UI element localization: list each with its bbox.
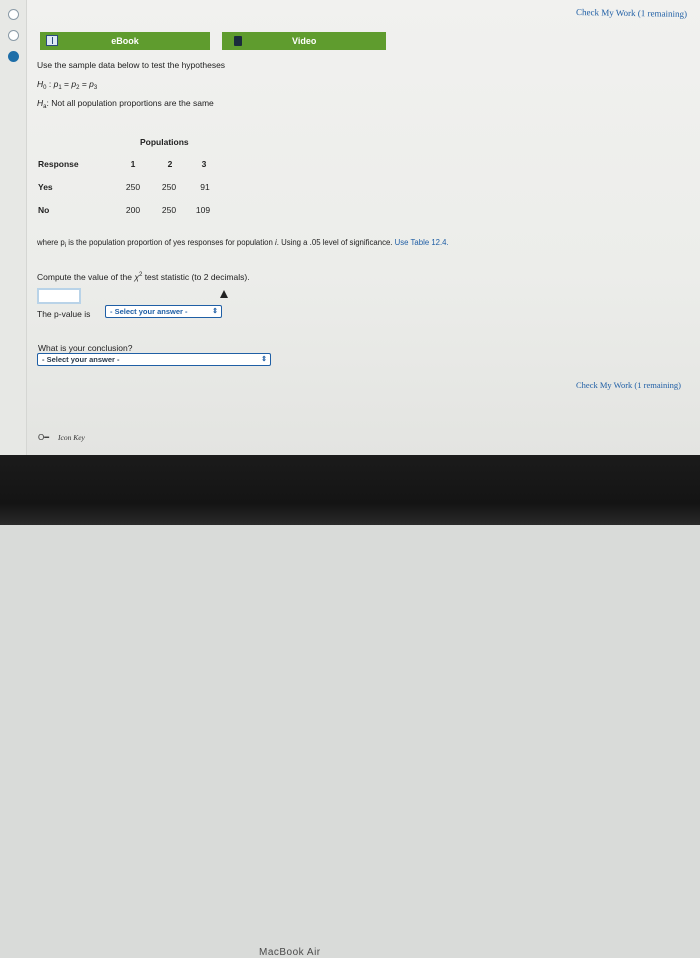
video-icon <box>234 36 242 46</box>
table-cell: 250 <box>125 182 141 192</box>
question-sidebar <box>0 0 27 455</box>
question-nav-radio-1[interactable] <box>8 9 19 20</box>
question-nav-radio-current[interactable] <box>8 51 19 62</box>
table-header-response: Response <box>38 159 79 169</box>
question-nav-radio-2[interactable] <box>8 30 19 41</box>
question-intro: Use the sample data below to test the hy… <box>37 60 226 70</box>
table-reference-link[interactable]: Use Table 12.4. <box>395 238 449 247</box>
key-icon: O━ <box>38 433 50 442</box>
video-button[interactable]: Video <box>222 32 386 50</box>
table-header-col: 1 <box>130 159 136 169</box>
table-header-col: 2 <box>167 159 173 169</box>
conclusion-select[interactable]: - Select your answer - ⇕ <box>37 353 271 366</box>
table-cell: 109 <box>195 205 211 215</box>
device-label: MacBook Air <box>259 947 321 958</box>
mouse-cursor-icon <box>220 290 228 298</box>
conclusion-label: What is your conclusion? <box>38 343 133 353</box>
icon-key-link[interactable]: Icon Key <box>58 433 85 442</box>
table-row-label: No <box>38 205 50 215</box>
table-row-label: Yes <box>38 182 53 192</box>
chi-square-answer-input[interactable] <box>37 288 81 304</box>
laptop-bezel: MacBook Air <box>0 455 700 958</box>
check-my-work-bottom[interactable]: Check My Work (1 remaining) <box>576 380 681 390</box>
null-hypothesis: H0 : p1 = p2 = p3 <box>37 79 98 91</box>
compute-instruction: Compute the value of the χ2 test statist… <box>37 272 250 282</box>
ebook-label: eBook <box>111 36 139 46</box>
select-arrows-icon: ⇕ <box>261 356 267 363</box>
video-label: Video <box>292 36 317 46</box>
book-icon <box>46 35 58 46</box>
table-cell: 250 <box>161 205 177 215</box>
alternative-hypothesis: Ha: Not all population proportions are t… <box>37 98 214 110</box>
table-cell: 91 <box>200 182 210 192</box>
check-my-work-top[interactable]: Check My Work (1 remaining) <box>576 7 687 19</box>
where-statement: where pi is the population proportion of… <box>37 238 449 249</box>
table-title: Populations <box>140 137 189 147</box>
pvalue-label: The p-value is <box>37 309 91 319</box>
pvalue-select[interactable]: - Select your answer - ⇕ <box>105 305 222 318</box>
ebook-button[interactable]: eBook <box>40 32 210 50</box>
table-cell: 200 <box>125 205 141 215</box>
select-arrows-icon: ⇕ <box>212 308 218 315</box>
question-page: Check My Work (1 remaining) eBook Video … <box>0 0 700 455</box>
table-cell: 250 <box>161 182 177 192</box>
table-header-col: 3 <box>201 159 207 169</box>
